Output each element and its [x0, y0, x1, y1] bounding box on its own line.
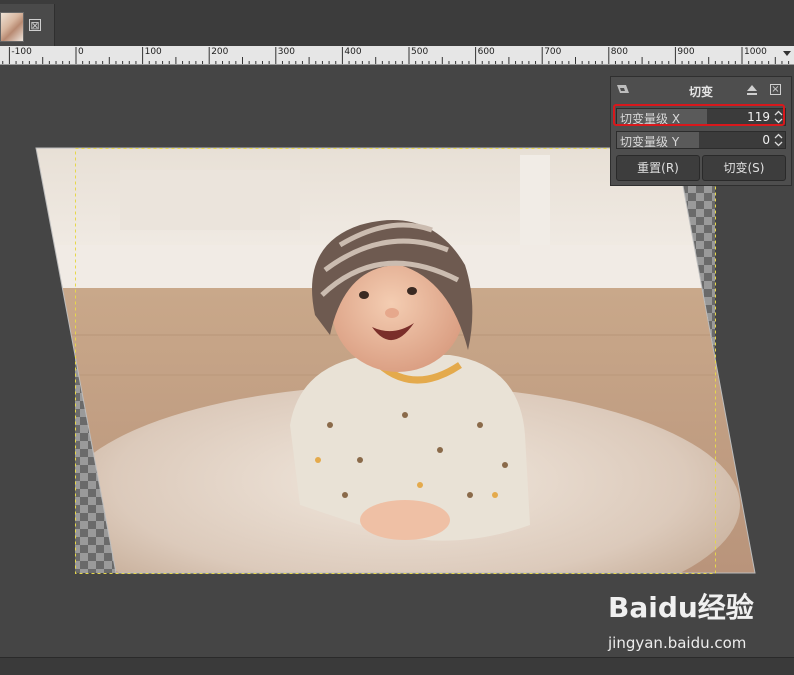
ruler-label: 1000: [744, 47, 767, 57]
ruler-label: 700: [544, 47, 562, 57]
close-icon[interactable]: ×: [770, 84, 781, 95]
dialog-title: 切变: [688, 85, 713, 99]
image-thumbnail-icon[interactable]: [0, 12, 24, 42]
ruler-menu-arrow-icon[interactable]: [783, 51, 791, 56]
ruler-label: 400: [344, 47, 362, 57]
ruler-label: -100: [11, 47, 32, 57]
dialog-header: 切变 ×: [611, 77, 791, 103]
shear-x-label: 切变量级 X: [620, 112, 681, 126]
shear-x-value[interactable]: 119: [747, 110, 770, 124]
eject-icon[interactable]: [747, 85, 757, 95]
ruler-ticks: [2, 47, 790, 64]
image-tab[interactable]: ⊠: [0, 4, 55, 46]
shear-y-label: 切变量级 Y: [620, 135, 680, 149]
status-bar: [0, 657, 794, 675]
gimp-window: ⊠ -100 0 100 200 300 400 500 600 700 800 900 1000: [0, 0, 794, 675]
tab-close-icon[interactable]: ⊠: [29, 19, 41, 32]
shear-y-spinbutton[interactable]: 切变量级 Y 0: [616, 131, 786, 149]
ruler-label: 900: [677, 47, 695, 57]
shear-dialog: 切变 × 切变量级 X 119 切变量级 Y 0 重置(R) 切变(S): [610, 76, 792, 186]
ruler-label: 0: [78, 47, 84, 57]
ruler-label: 300: [277, 47, 295, 57]
shear-y-stepper-icon[interactable]: [774, 133, 783, 147]
ruler-label: 500: [411, 47, 429, 57]
ruler-label: 200: [211, 47, 229, 57]
sheared-photo: [36, 148, 755, 573]
ruler-label: 600: [477, 47, 495, 57]
image-tab-bar: ⊠: [0, 0, 794, 47]
shear-x-stepper-icon[interactable]: [774, 110, 783, 124]
shear-x-spinbutton[interactable]: 切变量级 X 119: [616, 108, 786, 126]
ruler-label: 800: [610, 47, 628, 57]
shear-button[interactable]: 切变(S): [702, 155, 786, 181]
horizontal-ruler[interactable]: -100 0 100 200 300 400 500 600 700 800 900 1000: [0, 46, 794, 65]
shear-y-value[interactable]: 0: [762, 133, 770, 147]
ruler-label: 100: [144, 47, 162, 57]
reset-button[interactable]: 重置(R): [616, 155, 700, 181]
